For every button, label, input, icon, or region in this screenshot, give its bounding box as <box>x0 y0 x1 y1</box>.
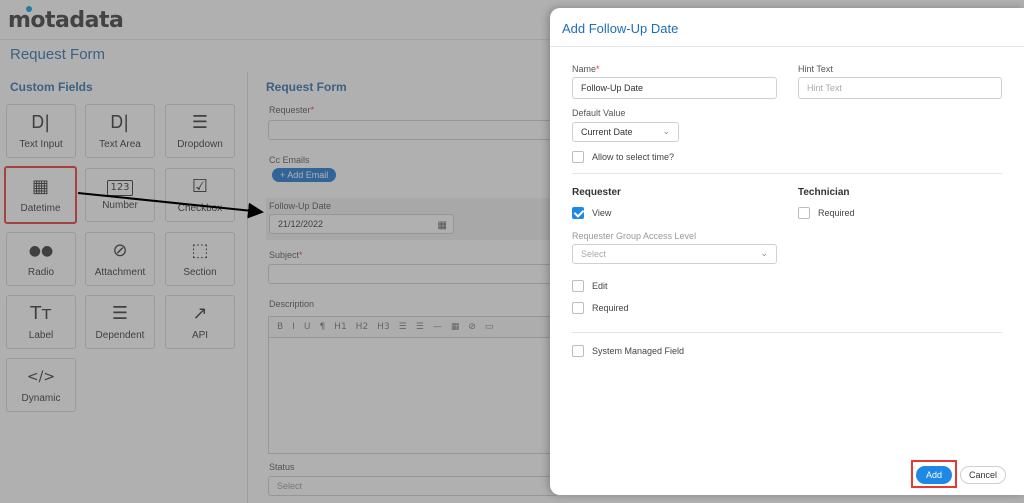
name-label: Name* <box>572 64 600 74</box>
default-value-text: Current Date <box>581 127 633 137</box>
technician-heading: Technician <box>798 187 850 198</box>
add-button[interactable]: Add <box>916 466 952 484</box>
add-field-drawer: Add Follow-Up Date Name* Hint Text Defau… <box>550 8 1024 495</box>
divider <box>572 332 1002 333</box>
requester-required-checkbox[interactable] <box>572 302 584 314</box>
name-input[interactable] <box>572 77 777 99</box>
technician-required-checkbox[interactable] <box>798 207 810 219</box>
chevron-down-icon: ⌄ <box>760 249 768 259</box>
requester-heading: Requester <box>572 187 621 198</box>
group-access-select[interactable]: Select ⌄ <box>572 244 777 264</box>
divider <box>572 173 1002 174</box>
divider <box>550 46 1024 47</box>
requester-view-row[interactable]: View <box>572 207 611 219</box>
system-managed-checkbox[interactable] <box>572 345 584 357</box>
default-value-label: Default Value <box>572 108 626 118</box>
requester-required-row[interactable]: Required <box>572 302 629 314</box>
requester-edit-row[interactable]: Edit <box>572 280 608 292</box>
group-access-placeholder: Select <box>581 249 607 259</box>
requester-edit-checkbox[interactable] <box>572 280 584 292</box>
allow-time-checkbox[interactable] <box>572 151 584 163</box>
drawer-title: Add Follow-Up Date <box>562 21 679 36</box>
edit-label: Edit <box>592 281 608 291</box>
hint-text-input[interactable] <box>798 77 1002 99</box>
allow-time-row[interactable]: Allow to select time? <box>572 151 674 163</box>
requester-view-checkbox[interactable] <box>572 207 584 219</box>
requester-required-label: Required <box>592 303 629 313</box>
chevron-down-icon: ⌄ <box>662 127 670 137</box>
default-value-select[interactable]: Current Date ⌄ <box>572 122 679 142</box>
cancel-button[interactable]: Cancel <box>960 466 1006 484</box>
technician-required-label: Required <box>818 208 855 218</box>
group-access-label: Requester Group Access Level <box>572 231 697 241</box>
hint-text-label: Hint Text <box>798 64 833 74</box>
view-label: View <box>592 208 612 218</box>
allow-time-label: Allow to select time? <box>592 152 675 162</box>
technician-required-row[interactable]: Required <box>798 207 855 219</box>
system-managed-row[interactable]: System Managed Field <box>572 345 684 357</box>
system-managed-label: System Managed Field <box>592 346 685 356</box>
